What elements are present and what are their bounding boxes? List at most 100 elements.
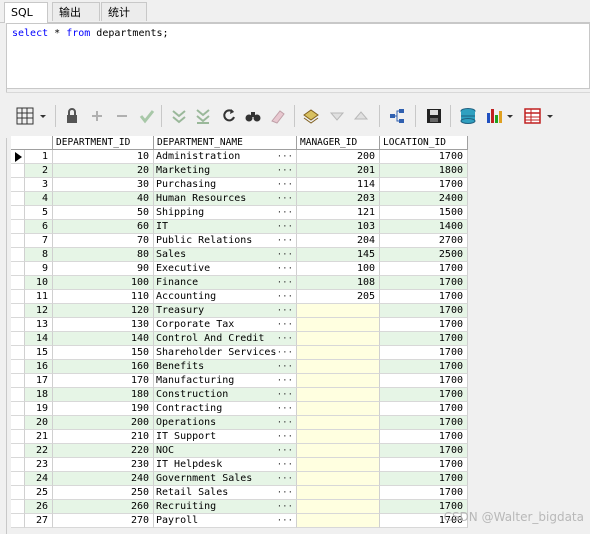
row-number-cell[interactable]: 6 [25, 220, 53, 234]
table-row[interactable]: 5 50 Shipping ··· 121 1500 [11, 206, 468, 220]
row-number-cell[interactable]: 11 [25, 290, 53, 304]
table-row[interactable]: 10 100 Finance ··· 108 1700 [11, 276, 468, 290]
cell-editor-ellipsis-button[interactable]: ··· [277, 472, 293, 485]
row-indicator-cell[interactable] [11, 234, 25, 248]
department-id-cell[interactable]: 20 [53, 164, 154, 178]
department-name-cell[interactable]: Treasury ··· [154, 304, 297, 318]
row-number-cell[interactable]: 20 [25, 416, 53, 430]
cell-editor-ellipsis-button[interactable]: ··· [277, 374, 293, 387]
department-id-cell[interactable]: 110 [53, 290, 154, 304]
manager-id-cell[interactable] [297, 514, 380, 528]
department-id-cell[interactable]: 240 [53, 472, 154, 486]
table-row[interactable]: 11 110 Accounting ··· 205 1700 [11, 290, 468, 304]
location-id-cell[interactable]: 1700 [380, 276, 468, 290]
row-indicator-cell[interactable] [11, 458, 25, 472]
location-id-cell[interactable]: 2500 [380, 248, 468, 262]
department-name-cell[interactable]: Operations ··· [154, 416, 297, 430]
save-disk-icon[interactable] [425, 107, 443, 125]
table-row[interactable]: 12 120 Treasury ··· 1700 [11, 304, 468, 318]
table-row[interactable]: 26 260 Recruiting ··· 1700 [11, 500, 468, 514]
department-name-cell[interactable]: Finance ··· [154, 276, 297, 290]
cell-editor-ellipsis-button[interactable]: ··· [277, 262, 293, 275]
manager-id-cell[interactable]: 108 [297, 276, 380, 290]
row-number-cell[interactable]: 26 [25, 500, 53, 514]
cell-editor-ellipsis-button[interactable]: ··· [277, 150, 293, 163]
department-id-cell[interactable]: 30 [53, 178, 154, 192]
department-id-cell[interactable]: 80 [53, 248, 154, 262]
manager-id-cell[interactable] [297, 500, 380, 514]
row-number-cell[interactable]: 19 [25, 402, 53, 416]
manager-id-cell[interactable] [297, 486, 380, 500]
department-name-cell[interactable]: Marketing ··· [154, 164, 297, 178]
location-id-cell[interactable]: 1700 [380, 472, 468, 486]
location-id-cell[interactable]: 1700 [380, 486, 468, 500]
department-name-cell[interactable]: Recruiting ··· [154, 500, 297, 514]
department-name-cell[interactable]: Benefits ··· [154, 360, 297, 374]
sql-text[interactable]: select * from departments; [12, 28, 169, 39]
department-id-cell[interactable]: 200 [53, 416, 154, 430]
department-name-cell[interactable]: Executive ··· [154, 262, 297, 276]
department-id-cell[interactable]: 230 [53, 458, 154, 472]
row-number-cell[interactable]: 13 [25, 318, 53, 332]
refresh-icon[interactable] [220, 107, 238, 125]
tree-structure-icon[interactable] [388, 107, 406, 125]
location-id-cell[interactable]: 1700 [380, 416, 468, 430]
cell-editor-ellipsis-button[interactable]: ··· [277, 220, 293, 233]
row-indicator-cell[interactable] [11, 472, 25, 486]
row-indicator-cell[interactable] [11, 332, 25, 346]
department-id-cell[interactable]: 160 [53, 360, 154, 374]
cell-editor-ellipsis-button[interactable]: ··· [277, 178, 293, 191]
cell-editor-ellipsis-button[interactable]: ··· [277, 290, 293, 303]
post-changes-icon[interactable] [138, 107, 156, 125]
query-by-example-icon[interactable] [302, 107, 320, 125]
clear-eraser-icon[interactable] [268, 107, 286, 125]
location-id-cell[interactable]: 1700 [380, 290, 468, 304]
cell-editor-ellipsis-button[interactable]: ··· [277, 430, 293, 443]
row-number-cell[interactable]: 5 [25, 206, 53, 220]
department-name-cell[interactable]: Control And Credit ··· [154, 332, 297, 346]
cell-editor-ellipsis-button[interactable]: ··· [277, 276, 293, 289]
department-id-cell[interactable]: 190 [53, 402, 154, 416]
location-id-cell[interactable]: 1700 [380, 402, 468, 416]
lock-icon[interactable] [63, 107, 81, 125]
location-id-cell[interactable]: 1700 [380, 332, 468, 346]
cell-editor-ellipsis-button[interactable]: ··· [277, 346, 293, 359]
column-header-manager-id[interactable]: MANAGER_ID [297, 136, 380, 150]
cell-editor-ellipsis-button[interactable]: ··· [277, 500, 293, 513]
row-indicator-cell[interactable] [11, 290, 25, 304]
cell-editor-ellipsis-button[interactable]: ··· [277, 486, 293, 499]
table-row[interactable]: 20 200 Operations ··· 1700 [11, 416, 468, 430]
table-row[interactable]: 3 30 Purchasing ··· 114 1700 [11, 178, 468, 192]
department-name-cell[interactable]: Shipping ··· [154, 206, 297, 220]
department-name-cell[interactable]: Accounting ··· [154, 290, 297, 304]
department-name-cell[interactable]: Construction ··· [154, 388, 297, 402]
department-id-cell[interactable]: 210 [53, 430, 154, 444]
grid-view-icon[interactable] [16, 107, 48, 125]
department-name-cell[interactable]: IT ··· [154, 220, 297, 234]
cell-editor-ellipsis-button[interactable]: ··· [277, 388, 293, 401]
row-indicator-cell[interactable] [11, 206, 25, 220]
cell-editor-ellipsis-button[interactable]: ··· [277, 416, 293, 429]
add-row-icon[interactable] [88, 107, 106, 125]
manager-id-cell[interactable] [297, 332, 380, 346]
fetch-next-icon[interactable] [170, 107, 188, 125]
row-indicator-cell[interactable] [11, 374, 25, 388]
manager-id-cell[interactable] [297, 472, 380, 486]
manager-id-cell[interactable]: 121 [297, 206, 380, 220]
row-number-cell[interactable]: 1 [25, 150, 53, 164]
row-number-cell[interactable]: 27 [25, 514, 53, 528]
table-row[interactable]: 22 220 NOC ··· 1700 [11, 444, 468, 458]
department-name-cell[interactable]: Purchasing ··· [154, 178, 297, 192]
table-row[interactable]: 1 10 Administration ··· 200 1700 [11, 150, 468, 164]
location-id-cell[interactable]: 1700 [380, 430, 468, 444]
row-number-cell[interactable]: 9 [25, 262, 53, 276]
sort-ascending-icon[interactable] [352, 107, 370, 125]
table-row[interactable]: 2 20 Marketing ··· 201 1800 [11, 164, 468, 178]
tab-output[interactable]: 输出 [52, 2, 100, 21]
delete-row-icon[interactable] [113, 107, 131, 125]
table-row[interactable]: 27 270 Payroll ··· 1700 [11, 514, 468, 528]
database-export-icon[interactable] [459, 107, 477, 125]
row-number-cell[interactable]: 2 [25, 164, 53, 178]
department-name-cell[interactable]: Human Resources ··· [154, 192, 297, 206]
department-name-cell[interactable]: IT Helpdesk ··· [154, 458, 297, 472]
